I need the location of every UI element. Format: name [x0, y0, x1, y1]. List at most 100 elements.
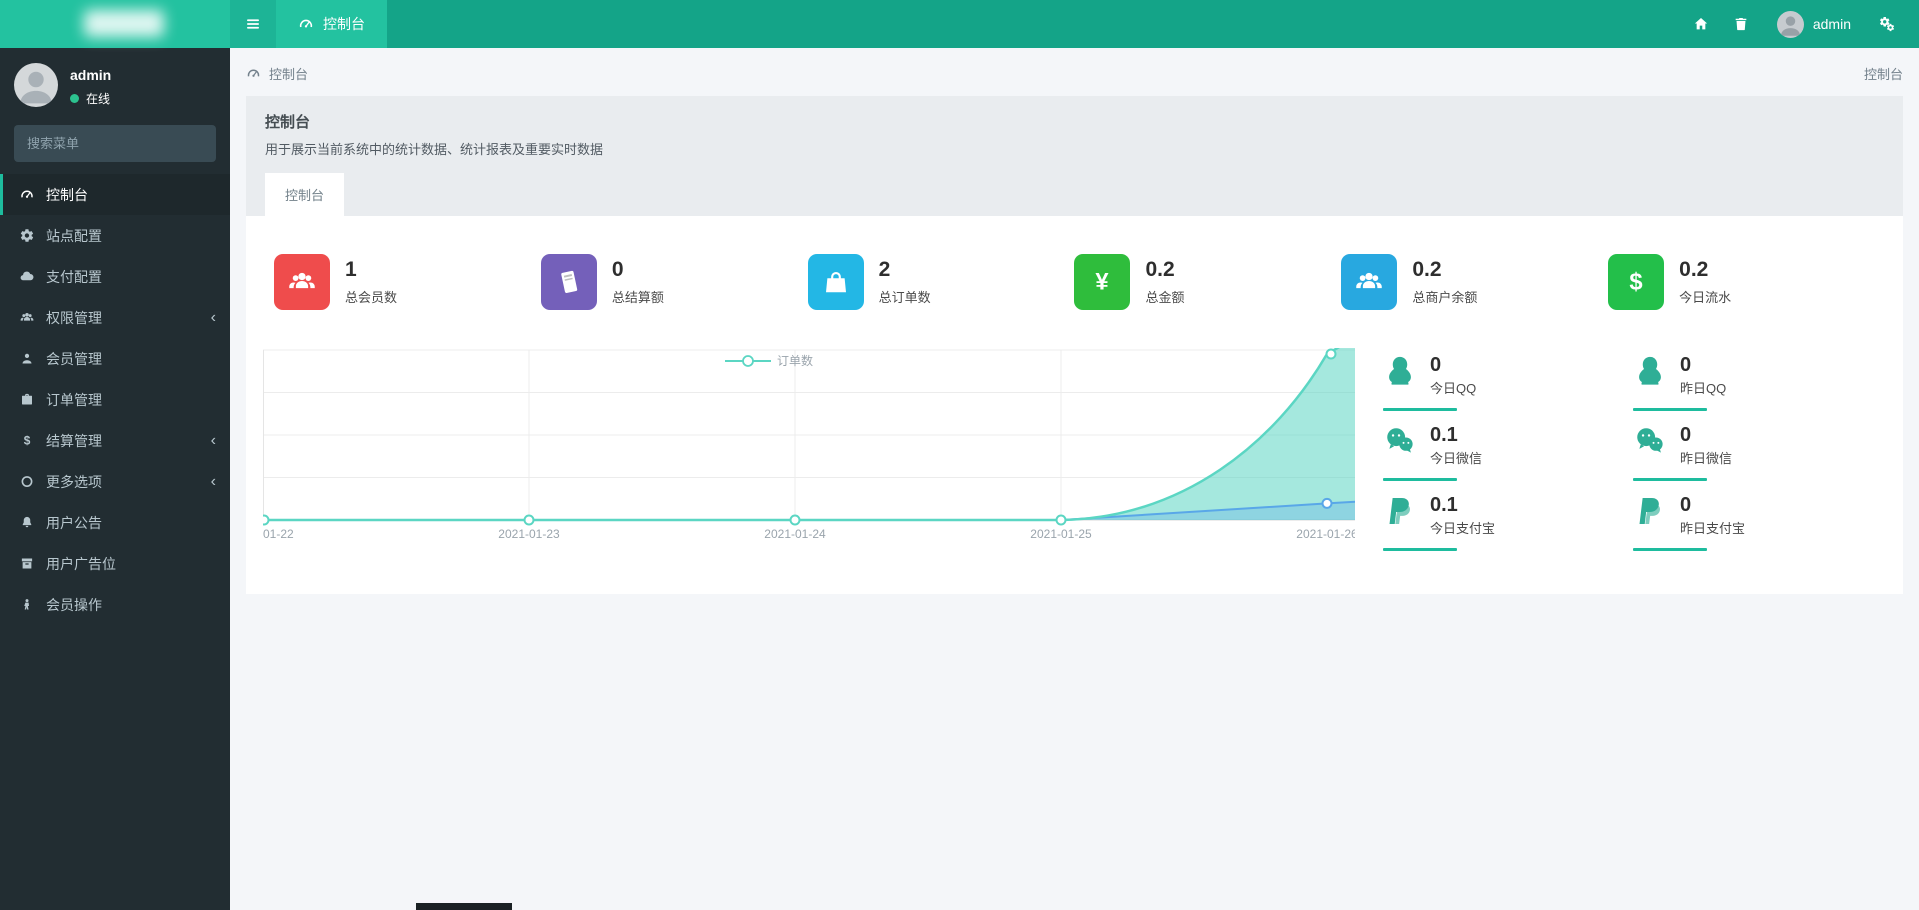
svg-text:$: $: [24, 433, 31, 447]
channel-stat-value: 0.1: [1430, 494, 1458, 516]
navbar-tab-label: 控制台: [323, 16, 365, 32]
alipay-icon: [1383, 494, 1417, 528]
user-icon: [19, 351, 35, 366]
sidebar-item-site-config[interactable]: 站点配置: [0, 215, 230, 256]
channel-stat-value: 0: [1430, 354, 1442, 376]
channel-stat: 0 昨日支付宝: [1633, 494, 1883, 551]
channel-stat: 0 今日QQ: [1383, 354, 1633, 411]
channel-stat: 0 昨日微信: [1633, 424, 1883, 481]
wechat-icon: [1633, 424, 1667, 458]
person-icon: [19, 597, 35, 612]
sidebar-user-panel: admin 在线: [0, 48, 230, 119]
tab-strip: 控制台: [265, 173, 1884, 216]
stat-card-5: $0.2 今日流水: [1608, 254, 1875, 310]
avatar: [1776, 10, 1804, 38]
tab-dashboard[interactable]: 控制台: [265, 173, 345, 216]
sidebar-item-payment-config[interactable]: 支付配置: [0, 256, 230, 297]
channel-stats: 0 今日QQ 0.1 今日微信 0.1 今日支付宝 0 昨日QQ 0 昨日微信 0 昨日支付宝: [1355, 348, 1903, 564]
sidebar-item-settlement[interactable]: $ 结算管理 ‹: [0, 420, 230, 461]
breadcrumb: 控制台 控制台: [230, 48, 1919, 96]
stat-underline: [1633, 478, 1707, 481]
stat-card-2: 2 总订单数: [807, 254, 1075, 310]
sidebar-item-orders[interactable]: 订单管理: [0, 379, 230, 420]
channel-stats-col-today: 0 今日QQ 0.1 今日微信 0.1 今日支付宝: [1383, 354, 1633, 564]
username-label: admin: [1812, 16, 1851, 32]
sidebar-item-members[interactable]: 会员管理: [0, 338, 230, 379]
sidebar-item-member-actions[interactable]: 会员操作: [0, 584, 230, 625]
sidebar-item-more-options[interactable]: 更多选项 ‹: [0, 461, 230, 502]
navbar-tab-dashboard[interactable]: 控制台: [276, 0, 387, 48]
page-subtitle: 用于展示当前系统中的统计数据、统计报表及重要实时数据: [265, 142, 604, 157]
svg-text:订单数: 订单数: [777, 353, 813, 368]
svg-text:2021-01-26: 2021-01-26: [1296, 527, 1355, 541]
stat-card-0: 1 总会员数: [274, 254, 541, 310]
stat-label: 总订单数: [878, 290, 931, 305]
sidebar-item-user-announcements[interactable]: 用户公告: [0, 502, 230, 543]
breadcrumb-current[interactable]: 控制台: [269, 64, 308, 83]
trash-button[interactable]: [1721, 0, 1761, 48]
stat-underline: [1383, 548, 1457, 551]
svg-text:2021-01-24: 2021-01-24: [764, 527, 826, 541]
sidebar-item-permissions[interactable]: 权限管理 ‹: [0, 297, 230, 338]
stat-underline: [1633, 548, 1707, 551]
channel-stat: 0.1 今日微信: [1383, 424, 1633, 481]
home-icon: [1693, 16, 1709, 32]
svg-text:¥: ¥: [1096, 269, 1110, 296]
trash-icon: [1733, 16, 1749, 32]
brand-logo[interactable]: [0, 0, 230, 48]
stat-cards-row: 1 总会员数 0 总结算额 2 总订单数 ¥0.2 总金额 0.2 总商户余额 $0.2 今日流水: [246, 254, 1903, 310]
dollar-icon: $: [1608, 254, 1665, 310]
sidebar-username: admin: [70, 67, 112, 83]
online-dot: [70, 94, 79, 103]
breadcrumb-right-label[interactable]: 控制台: [1864, 64, 1903, 83]
sidebar-item-user-ad-slots[interactable]: 用户广告位: [0, 543, 230, 584]
home-button[interactable]: [1681, 0, 1721, 48]
users-icon: [274, 254, 330, 310]
shopping-bag-icon: [807, 254, 864, 310]
channel-stat: 0 昨日QQ: [1633, 354, 1883, 411]
sidebar-item-label: 控制台: [46, 186, 88, 203]
channel-stat-label: 昨日微信: [1680, 451, 1733, 466]
tachometer-icon: [19, 187, 35, 202]
briefcase-icon: [19, 392, 35, 407]
user-menu[interactable]: admin: [1761, 10, 1867, 38]
svg-text:2021-01-23: 2021-01-23: [498, 527, 560, 541]
search-input[interactable]: [27, 136, 203, 151]
settings-button[interactable]: [1867, 0, 1907, 48]
book-icon: [540, 254, 597, 310]
bell-icon: [19, 515, 35, 530]
channel-stat-label: 今日支付宝: [1430, 521, 1496, 536]
svg-text:2021-01-22: 2021-01-22: [263, 527, 294, 541]
sidebar-toggle-button[interactable]: [230, 0, 276, 48]
sidebar-item-dashboard[interactable]: 控制台: [0, 174, 230, 215]
sidebar: admin 在线 控制台站点配置支付配置权限管理‹会员管理订单管理$结算管理‹更…: [0, 48, 230, 910]
stat-value: 2: [878, 258, 891, 281]
dashboard-panel: 1 总会员数 0 总结算额 2 总订单数 ¥0.2 总金额 0.2 总商户余额 $0.2 今日流水 订…: [246, 216, 1903, 594]
channel-stat-label: 今日微信: [1430, 451, 1483, 466]
qq-icon: [1633, 354, 1667, 388]
orders-chart: 订单数 2021-01-22 2021-01-23 2021-01-24 2021-01…: [263, 348, 1355, 541]
sidebar-search: [14, 125, 216, 162]
sidebar-item-label: 会员操作: [46, 596, 102, 613]
users-icon: [1341, 254, 1398, 310]
channel-stat-label: 今日QQ: [1430, 381, 1477, 396]
alipay-icon: [1633, 494, 1667, 528]
chevron-left-icon: ‹: [210, 308, 216, 326]
sidebar-item-label: 订单管理: [46, 391, 102, 408]
dollar-icon: $: [19, 433, 35, 448]
sidebar-item-label: 支付配置: [46, 268, 102, 285]
navbar-right: admin: [1681, 0, 1919, 48]
channel-stat-value: 0.1: [1430, 424, 1458, 446]
sidebar-item-label: 更多选项: [46, 473, 102, 490]
stat-underline: [1633, 408, 1707, 411]
stat-underline: [1383, 408, 1457, 411]
stat-label: 总结算额: [611, 290, 664, 305]
stat-value: 0.2: [1679, 258, 1709, 281]
avatar-icon: [1777, 11, 1804, 38]
sidebar-item-label: 权限管理: [46, 309, 102, 326]
bottom-artifact: [416, 903, 512, 910]
stat-value: 0: [611, 258, 624, 281]
stat-label: 总金额: [1145, 290, 1185, 305]
main-content: 控制台 控制台 控制台 用于展示当前系统中的统计数据、统计报表及重要实时数据 控…: [230, 48, 1919, 910]
stat-label: 总商户余额: [1412, 290, 1478, 305]
